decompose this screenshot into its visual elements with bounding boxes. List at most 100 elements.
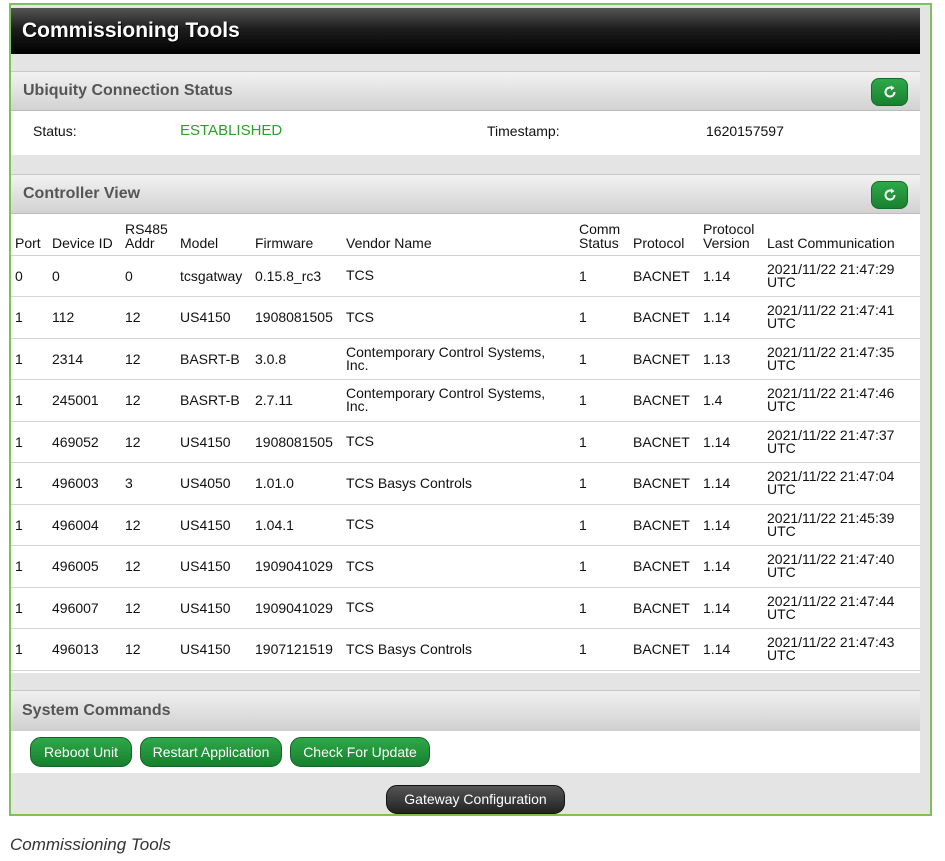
cell-port: 1 xyxy=(11,545,48,588)
cell-model: US4150 xyxy=(176,628,251,671)
column-header-rs485-addr: RS485 Addr xyxy=(121,214,176,256)
restart-application-button[interactable]: Restart Application xyxy=(140,737,282,767)
cell-device-id: 496007 xyxy=(48,587,121,629)
reboot-unit-button[interactable]: Reboot Unit xyxy=(30,737,132,767)
check-for-update-button[interactable]: Check For Update xyxy=(290,737,430,767)
cell-protocol: BACNET xyxy=(629,296,699,339)
cell-comm-status: 1 xyxy=(575,421,629,463)
cell-protocol: BACNET xyxy=(629,338,699,380)
cell-port: 1 xyxy=(11,296,48,339)
column-header-last-communication: Last Communication xyxy=(763,214,920,256)
cell-vendor-name: TCS Basys Controls xyxy=(342,628,575,671)
cell-vendor-name: Contemporary Control Systems, Inc. xyxy=(342,338,575,380)
cell-protocol: BACNET xyxy=(629,545,699,588)
cell-rs485-addr: 12 xyxy=(121,421,176,463)
cell-model: US4150 xyxy=(176,421,251,463)
cell-protocol-version: 1.14 xyxy=(699,545,763,588)
cell-last-communication: 2021/11/22 21:45:39 UTC xyxy=(763,504,920,546)
status-label: Status: xyxy=(33,123,77,139)
cell-vendor-name: TCS Basys Controls xyxy=(342,462,575,505)
cell-device-id: 469052 xyxy=(48,421,121,463)
cell-rs485-addr: 12 xyxy=(121,379,176,422)
cell-last-communication: 2021/11/22 21:47:44 UTC xyxy=(763,587,920,629)
cell-last-communication: 2021/11/22 21:47:35 UTC xyxy=(763,338,920,380)
figure-caption: Commissioning Tools xyxy=(10,835,171,854)
cell-port: 1 xyxy=(11,504,48,546)
cell-last-communication: 2021/11/22 21:47:46 UTC xyxy=(763,379,920,422)
cell-protocol: BACNET xyxy=(629,628,699,671)
cell-protocol-version: 1.4 xyxy=(699,379,763,422)
column-header-model: Model xyxy=(176,214,251,256)
cell-vendor-name: Contemporary Control Systems, Inc. xyxy=(342,379,575,422)
cell-rs485-addr: 3 xyxy=(121,462,176,505)
system-commands-area: Reboot Unit Restart Application Check Fo… xyxy=(11,731,920,773)
cell-port: 1 xyxy=(11,628,48,671)
gateway-configuration-button[interactable]: Gateway Configuration xyxy=(386,785,565,814)
cell-protocol-version: 1.14 xyxy=(699,255,763,297)
table-row: 1 496013 12 US4150 1907121519 TCS Basys Contr… xyxy=(11,628,920,671)
cell-comm-status: 1 xyxy=(575,338,629,380)
cell-rs485-addr: 12 xyxy=(121,296,176,339)
cell-model: tcsgatway xyxy=(176,255,251,297)
timestamp-label: Timestamp: xyxy=(487,123,560,139)
column-header-device-id: Device ID xyxy=(48,214,121,256)
cell-last-communication: 2021/11/22 21:47:43 UTC xyxy=(763,628,920,671)
cell-firmware: 1.04.1 xyxy=(251,504,342,546)
timestamp-value: 1620157597 xyxy=(706,123,784,139)
ubiquity-panel-header: Ubiquity Connection Status xyxy=(11,71,920,111)
cell-model: US4150 xyxy=(176,296,251,339)
ubiquity-heading: Ubiquity Connection Status xyxy=(23,82,233,99)
cell-port: 1 xyxy=(11,421,48,463)
controller-panel: Controller View Port Device ID RS485 Addr M… xyxy=(11,174,920,673)
table-row: 1 112 12 US4150 1908081505 TCS 1 BACNET 1.14 2021… xyxy=(11,296,920,339)
cell-device-id: 245001 xyxy=(48,379,121,422)
cell-protocol: BACNET xyxy=(629,421,699,463)
cell-last-communication: 2021/11/22 21:47:37 UTC xyxy=(763,421,920,463)
cell-last-communication: 2021/11/22 21:47:29 UTC xyxy=(763,255,920,297)
cell-protocol: BACNET xyxy=(629,587,699,629)
column-header-vendor-name: Vendor Name xyxy=(342,214,575,256)
controller-refresh-button[interactable] xyxy=(871,181,908,209)
cell-firmware: 1.01.0 xyxy=(251,462,342,505)
cell-model: US4150 xyxy=(176,587,251,629)
table-row: 1 496005 12 US4150 1909041029 TCS 1 BACNET 1.14 2… xyxy=(11,545,920,588)
cell-firmware: 1907121519 xyxy=(251,628,342,671)
table-row: 1 2314 12 BASRT-B 3.0.8 Contemporary Control … xyxy=(11,338,920,380)
cell-firmware: 1908081505 xyxy=(251,421,342,463)
cell-rs485-addr: 12 xyxy=(121,587,176,629)
ubiquity-refresh-button[interactable] xyxy=(871,78,908,106)
cell-comm-status: 1 xyxy=(575,504,629,546)
refresh-icon xyxy=(884,85,896,98)
cell-protocol-version: 1.14 xyxy=(699,462,763,505)
cell-port: 1 xyxy=(11,462,48,505)
cell-vendor-name: TCS xyxy=(342,255,575,297)
cell-last-communication: 2021/11/22 21:47:40 UTC xyxy=(763,545,920,588)
cell-device-id: 112 xyxy=(48,296,121,339)
cell-protocol: BACNET xyxy=(629,462,699,505)
column-header-port: Port xyxy=(11,214,48,256)
cell-device-id: 2314 xyxy=(48,338,121,380)
table-row: 0 0 0 tcsgatway 0.15.8_rc3 TCS 1 BACNET 1.14 2021… xyxy=(11,255,920,297)
cell-rs485-addr: 12 xyxy=(121,504,176,546)
table-row: 1 496003 3 US4050 1.01.0 TCS Basys Controls 1 B… xyxy=(11,462,920,505)
cell-comm-status: 1 xyxy=(575,462,629,505)
cell-comm-status: 1 xyxy=(575,587,629,629)
refresh-icon xyxy=(884,188,896,201)
table-row: 1 496007 12 US4150 1909041029 TCS 1 BACNET 1.14 2… xyxy=(11,587,920,629)
cell-model: US4050 xyxy=(176,462,251,505)
system-commands-heading: System Commands xyxy=(22,702,171,719)
status-value: ESTABLISHED xyxy=(180,122,283,139)
cell-rs485-addr: 12 xyxy=(121,338,176,380)
cell-firmware: 1908081505 xyxy=(251,296,342,339)
cell-firmware: 2.7.11 xyxy=(251,379,342,422)
cell-protocol: BACNET xyxy=(629,379,699,422)
cell-port: 1 xyxy=(11,338,48,380)
cell-port: 0 xyxy=(11,255,48,297)
cell-protocol-version: 1.14 xyxy=(699,587,763,629)
table-row: 1 496004 12 US4150 1.04.1 TCS 1 BACNET 1.14 2021/… xyxy=(11,504,920,546)
table-body: 0 0 0 tcsgatway 0.15.8_rc3 TCS 1 BACNET 1.14 2021… xyxy=(11,255,920,671)
cell-protocol-version: 1.14 xyxy=(699,504,763,546)
cell-comm-status: 1 xyxy=(575,545,629,588)
cell-vendor-name: TCS xyxy=(342,421,575,463)
cell-vendor-name: TCS xyxy=(342,504,575,546)
